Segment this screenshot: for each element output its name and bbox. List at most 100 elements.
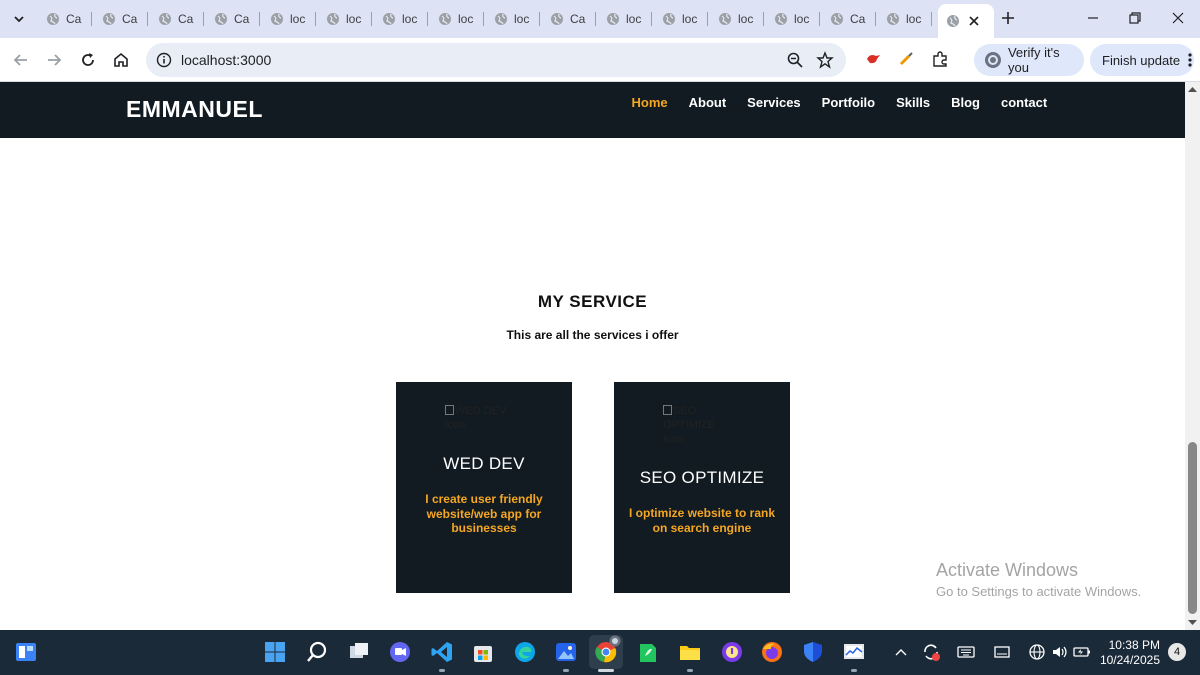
globe-icon: [383, 13, 395, 25]
tablet-icon[interactable]: [992, 640, 1012, 664]
more-vert-icon: [1188, 53, 1192, 67]
photos-icon[interactable]: [554, 640, 578, 664]
scrollbar-thumb[interactable]: [1188, 442, 1197, 614]
browser-tab[interactable]: Ca: [38, 6, 92, 32]
browser-tab[interactable]: loc: [878, 6, 932, 32]
browser-tab[interactable]: loc: [710, 6, 764, 32]
url-text[interactable]: localhost:3000: [181, 52, 271, 68]
browser-tab[interactable]: Ca: [206, 6, 260, 32]
browser-tab[interactable]: loc: [262, 6, 316, 32]
brand-logo[interactable]: EMMANUEL: [126, 96, 263, 123]
browser-toolbar: localhost:3000 Verify it's you Finish up…: [0, 38, 1200, 82]
tab-separator: [651, 12, 652, 26]
keyboard-icon[interactable]: [956, 640, 976, 664]
avatar-icon: [984, 52, 1001, 68]
chevron-up-icon[interactable]: [893, 640, 909, 664]
browser-tab[interactable]: loc: [766, 6, 820, 32]
windows-taskbar: 10:38 PM 10/24/2025 4: [0, 630, 1200, 675]
task-view-icon[interactable]: [347, 640, 371, 664]
tab-title: Ca: [122, 12, 138, 26]
browser-tab[interactable]: loc: [598, 6, 652, 32]
performance-monitor-icon[interactable]: [842, 640, 866, 664]
active-browser-tab[interactable]: [938, 4, 994, 38]
site-info-icon[interactable]: [156, 52, 172, 68]
sync-alert-icon[interactable]: [921, 640, 941, 664]
notepad-leaf-icon[interactable]: [636, 640, 660, 664]
address-bar[interactable]: localhost:3000: [146, 43, 846, 77]
tab-separator: [483, 12, 484, 26]
close-window-button[interactable]: [1168, 8, 1188, 28]
arrow-right-icon: [48, 54, 62, 66]
browser-tab[interactable]: loc: [374, 6, 428, 32]
nav-link-blog[interactable]: Blog: [941, 95, 991, 110]
browser-tab[interactable]: Ca: [150, 6, 204, 32]
page-scrollbar[interactable]: [1185, 82, 1200, 630]
edge-icon[interactable]: [513, 640, 537, 664]
volume-icon[interactable]: [1050, 640, 1070, 664]
tab-separator: [91, 12, 92, 26]
broken-image-icon: [445, 405, 454, 415]
finish-update-button[interactable]: Finish update: [1090, 44, 1194, 76]
tab-search-button[interactable]: [8, 8, 30, 30]
extension-bird-icon[interactable]: [864, 50, 882, 68]
browser-tab[interactable]: loc: [654, 6, 708, 32]
verify-button[interactable]: Verify it's you: [974, 44, 1084, 76]
vpn-shield-icon[interactable]: [720, 640, 744, 664]
back-button[interactable]: [10, 49, 32, 71]
tab-title: loc: [290, 12, 306, 26]
firefox-icon[interactable]: [760, 640, 784, 664]
nav-link-about[interactable]: About: [678, 95, 737, 110]
file-explorer-icon[interactable]: [678, 640, 702, 664]
forward-button[interactable]: [43, 49, 65, 71]
store-icon[interactable]: [471, 640, 495, 664]
extensions-puzzle-icon[interactable]: [931, 50, 949, 68]
browser-tab[interactable]: Ca: [822, 6, 876, 32]
browser-tab[interactable]: Ca: [542, 6, 596, 32]
nav-link-portfoilo[interactable]: Portfoilo: [811, 95, 885, 110]
search-icon[interactable]: [305, 640, 329, 664]
new-tab-button[interactable]: [998, 8, 1018, 28]
globe-icon: [719, 13, 731, 25]
browser-tab[interactable]: Ca: [94, 6, 148, 32]
battery-plug-icon[interactable]: [1072, 640, 1092, 664]
clock-date[interactable]: 10/24/2025: [1098, 653, 1160, 667]
nav-link-services[interactable]: Services: [737, 95, 812, 110]
tab-separator: [763, 12, 764, 26]
defender-shield-icon[interactable]: [801, 640, 825, 664]
close-tab-icon[interactable]: [968, 15, 980, 27]
notification-badge[interactable]: 4: [1168, 643, 1186, 661]
tab-title: loc: [458, 12, 474, 26]
browser-tab[interactable]: loc: [486, 6, 540, 32]
broken-image: SEO OPTIMIZE icon: [663, 404, 737, 446]
zoom-icon[interactable]: [786, 51, 804, 69]
tab-title: Ca: [66, 12, 82, 26]
reload-button[interactable]: [77, 49, 99, 71]
clock-time[interactable]: 10:38 PM: [1098, 638, 1160, 652]
extension-brush-icon[interactable]: [897, 50, 915, 68]
tab-separator: [315, 12, 316, 26]
chrome-taskbar-active[interactable]: [589, 635, 623, 669]
nav-link-contact[interactable]: contact: [990, 95, 1057, 110]
chat-icon[interactable]: [388, 640, 412, 664]
restore-button[interactable]: [1125, 8, 1145, 28]
globe-icon: [775, 13, 787, 25]
browser-tab[interactable]: loc: [318, 6, 372, 32]
running-indicator: [851, 669, 857, 672]
windows-start-icon[interactable]: [263, 640, 287, 664]
scroll-up-icon[interactable]: [1188, 85, 1197, 94]
arrow-left-icon: [13, 54, 27, 66]
tab-title: loc: [346, 12, 362, 26]
widgets-icon[interactable]: [14, 640, 38, 664]
nav-link-skills[interactable]: Skills: [886, 95, 941, 110]
nav-link-home[interactable]: Home: [621, 95, 678, 110]
scroll-down-icon[interactable]: [1188, 618, 1197, 627]
vscode-icon[interactable]: [430, 640, 454, 664]
minimize-button[interactable]: [1083, 8, 1103, 28]
home-button[interactable]: [110, 49, 132, 71]
globe-icon: [663, 13, 675, 25]
bookmark-star-icon[interactable]: [816, 51, 834, 69]
activate-windows-watermark: Activate Windows Go to Settings to activ…: [936, 560, 1141, 599]
network-globe-icon[interactable]: [1027, 640, 1047, 664]
browser-tab[interactable]: loc: [430, 6, 484, 32]
service-card-seo: SEO OPTIMIZE icon SEO OPTIMIZE I optimiz…: [614, 382, 790, 593]
